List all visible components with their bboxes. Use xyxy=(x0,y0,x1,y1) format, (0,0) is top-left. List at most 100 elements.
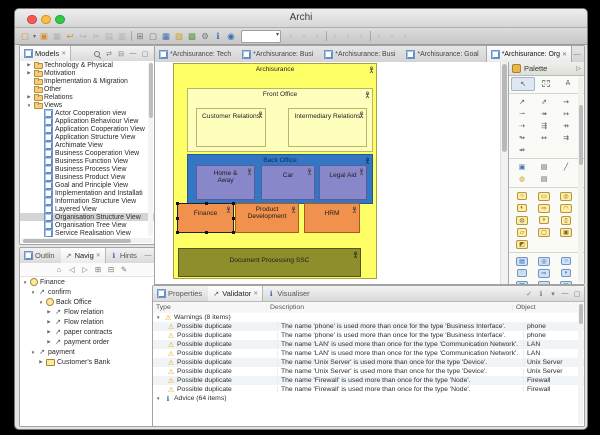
toolbar-separator[interactable] xyxy=(368,30,372,42)
column-type[interactable]: Type xyxy=(153,304,266,311)
editor-tab[interactable]: *Archisurance: Tech xyxy=(155,46,238,62)
tree-item[interactable]: Information Structure View xyxy=(20,196,154,206)
intermediary-relations-node[interactable]: Intermediary Relations xyxy=(288,108,367,147)
minimize-icon[interactable]: — xyxy=(128,49,138,59)
align-bottom-icon[interactable]: ▫ xyxy=(355,30,367,42)
edit-icon[interactable]: ✎ xyxy=(119,265,129,275)
selection-handle[interactable] xyxy=(176,217,179,220)
expand-arrow-icon[interactable]: ▶ xyxy=(46,329,52,335)
tree-item[interactable]: ▶ Relations xyxy=(20,93,154,101)
palette-header[interactable]: Palette ▷ xyxy=(509,62,584,76)
info-icon[interactable]: ℹ xyxy=(212,30,224,42)
business-element-tool[interactable]: ◠ xyxy=(555,202,577,214)
tab-visualiser[interactable]: Visualiser xyxy=(263,286,315,301)
open-icon[interactable]: ▣ xyxy=(38,30,50,42)
table-row[interactable]: Possible duplicate The name 'Unix Server… xyxy=(153,367,584,376)
table-row[interactable]: ▼ Warnings (8 items) xyxy=(153,313,584,322)
tree-item[interactable]: ▶ Technology & Physical xyxy=(20,61,154,69)
tree-item[interactable]: Other xyxy=(20,85,154,93)
expand-arrow-icon[interactable]: ▼ xyxy=(30,290,36,295)
view-menu-icon[interactable]: ▾ xyxy=(548,289,558,299)
editor-tab[interactable]: *Archisurance: Org ✕ xyxy=(485,46,572,62)
tree-item[interactable]: Archimate View xyxy=(20,140,154,150)
expand-arrow-icon[interactable]: ▼ xyxy=(22,280,28,285)
expand-arrow-icon[interactable]: ▶ xyxy=(46,319,52,325)
scrollbar-thumb[interactable] xyxy=(148,63,153,118)
table-row[interactable]: Possible duplicate The name 'LAN' is use… xyxy=(153,349,584,358)
forward-icon[interactable]: ▷ xyxy=(80,265,90,275)
misc-tool[interactable]: ◍ xyxy=(511,173,533,185)
relation-tool[interactable]: ↗ xyxy=(511,96,533,108)
close-icon[interactable]: ✕ xyxy=(253,290,258,297)
tree-item[interactable]: ▼ Views xyxy=(20,101,154,109)
tab-hints[interactable]: Hints xyxy=(106,248,143,263)
tree-item[interactable]: Service Realisation View xyxy=(20,228,154,237)
tree-item[interactable]: Business Cooperation View xyxy=(20,148,154,158)
relation-tool[interactable]: ⇏ xyxy=(511,144,533,156)
tree-item[interactable]: Application Structure View xyxy=(20,132,154,142)
tree-item[interactable]: Implementation and Installati xyxy=(20,188,154,198)
new-dropdown-caret[interactable]: ▾ xyxy=(32,30,37,42)
undo-icon[interactable]: ↩ xyxy=(64,30,76,42)
new-window-icon[interactable]: ▢ xyxy=(147,30,159,42)
application-element-tool[interactable]: ▤ xyxy=(511,255,533,267)
tree-item[interactable]: Goal and Principle View xyxy=(20,180,154,190)
expand-arrow-icon[interactable]: ▶ xyxy=(26,62,32,68)
tree-item[interactable]: ▶ Motivation xyxy=(20,69,154,77)
tree-item[interactable]: ▶ Flow relation xyxy=(20,317,154,327)
align-center-icon[interactable]: ▫ xyxy=(298,30,310,42)
scrollbar-thumb[interactable] xyxy=(578,304,583,324)
canvas-scrollbar[interactable] xyxy=(500,62,508,284)
table-row[interactable]: Possible duplicate The name 'phone' is u… xyxy=(153,322,584,331)
back-office-node[interactable]: Back Office Home & Away Car Legal Aid xyxy=(187,154,373,204)
column-object[interactable]: Object xyxy=(512,304,584,311)
default-size-icon[interactable]: ▫ xyxy=(399,30,411,42)
table-row[interactable]: Possible duplicate The name 'Firewall' i… xyxy=(153,376,584,385)
tree-item[interactable]: Application Cooperation View xyxy=(20,124,154,134)
tab-properties[interactable]: Properties xyxy=(153,286,208,301)
paste-icon[interactable]: ▥ xyxy=(116,30,128,42)
redo-icon[interactable]: ↪ xyxy=(77,30,89,42)
expand-arrow-icon[interactable]: ▼ xyxy=(38,300,44,305)
application-element-tool[interactable]: ▭ xyxy=(533,279,555,284)
tab-validator[interactable]: Validator ✕ xyxy=(208,286,264,301)
editor-tab[interactable]: *Archisurance: Busi xyxy=(238,46,320,62)
customer-relations-node[interactable]: Customer Relations xyxy=(196,108,266,147)
relation-tool[interactable]: ↭ xyxy=(533,132,555,144)
show-source-icon[interactable]: ⊟ xyxy=(106,265,116,275)
misc-tool[interactable]: ▤ xyxy=(533,161,555,173)
scrollbar-thumb[interactable] xyxy=(578,105,583,165)
selection-handle[interactable] xyxy=(204,231,208,234)
link-with-editor-icon[interactable]: ⇄ xyxy=(104,49,114,59)
business-element-tool[interactable]: ⇨ xyxy=(533,202,555,214)
table-row[interactable]: Possible duplicate The name 'phone' is u… xyxy=(153,331,584,340)
misc-tool[interactable]: ▤ xyxy=(533,173,555,185)
business-element-tool[interactable]: ▭ xyxy=(533,190,555,202)
document-processing-ssc-node[interactable]: Document Processing SSC xyxy=(178,248,361,277)
tab-models[interactable]: Models ✕ xyxy=(20,46,72,61)
title-bar[interactable]: Archi xyxy=(15,9,587,28)
expand-arrow-icon[interactable]: ▶ xyxy=(38,359,44,365)
maximize-icon[interactable]: ▢ xyxy=(140,49,150,59)
car-node[interactable]: Car xyxy=(261,165,315,200)
relation-tool[interactable]: ⇉ xyxy=(555,132,577,144)
align-middle-icon[interactable]: ▫ xyxy=(342,30,354,42)
horizontal-scrollbar[interactable] xyxy=(21,238,153,243)
tree-item[interactable]: Organisation Tree View xyxy=(20,220,154,230)
expand-arrow-icon[interactable]: ▼ xyxy=(30,350,36,355)
expand-arrow-icon[interactable]: ▶ xyxy=(46,309,52,315)
business-element-tool[interactable]: ◎ xyxy=(555,190,577,202)
close-icon[interactable]: ✕ xyxy=(61,50,66,57)
relation-tool[interactable]: ⇀ xyxy=(511,108,533,120)
select-tool[interactable]: ↖ xyxy=(511,77,535,91)
tab-outline[interactable]: Outlin xyxy=(20,248,61,263)
business-element-tool[interactable]: ▢ xyxy=(533,226,555,238)
business-element-tool[interactable]: ▯ xyxy=(555,214,577,226)
minimize-icon[interactable]: — xyxy=(143,251,153,261)
table-row[interactable]: Possible duplicate The name 'Unix Server… xyxy=(153,358,584,367)
tree-item[interactable]: Business Function View xyxy=(20,156,154,166)
misc-tool[interactable]: ▣ xyxy=(511,161,533,173)
search-icon[interactable] xyxy=(92,49,102,59)
text-tool[interactable]: A xyxy=(557,77,579,89)
hrm-node[interactable]: HRM xyxy=(304,203,360,233)
